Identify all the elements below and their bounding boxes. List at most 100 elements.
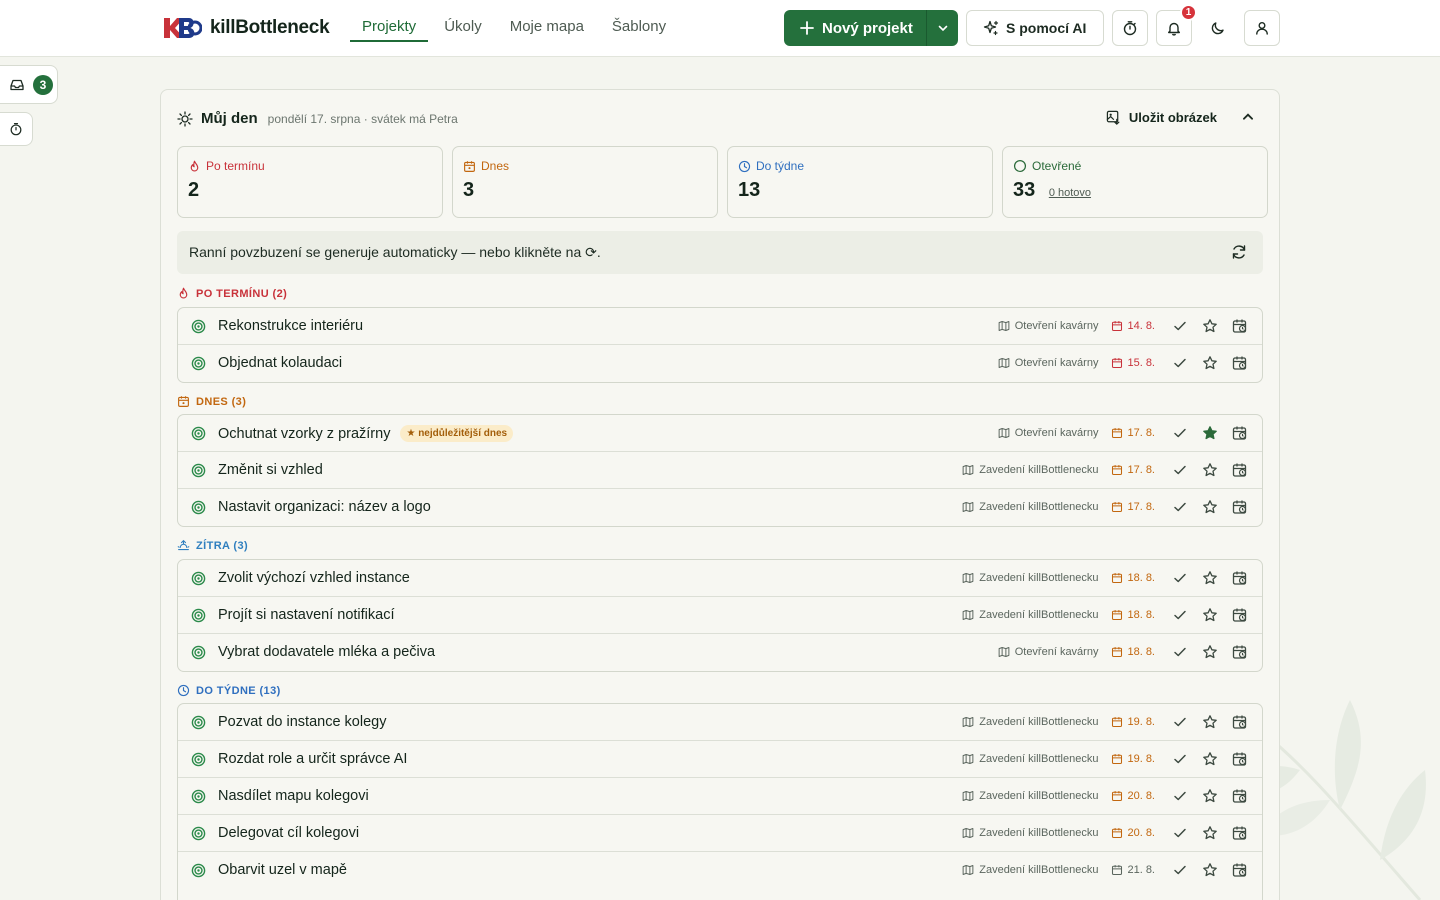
task-row[interactable]: Vybrat dodavatele mléka a pečiva Otevřen… (178, 634, 1262, 671)
task-row[interactable]: Ochutnat vzorky z pražírny ★ nejdůležitě… (178, 415, 1262, 452)
calendar-clock-icon[interactable] (1232, 751, 1248, 767)
task-project[interactable]: Otevření kavárny (1015, 320, 1099, 332)
task-project[interactable]: Zavedení killBottlenecku (979, 464, 1098, 476)
timer-side-tab[interactable] (0, 112, 33, 146)
check-icon[interactable] (1172, 644, 1188, 660)
check-icon[interactable] (1172, 355, 1188, 371)
calendar-clock-icon[interactable] (1232, 570, 1248, 586)
stat-today[interactable]: Dnes 3 (452, 146, 718, 218)
task-row[interactable]: Pozvat do instance kolegy Zavedení killB… (178, 704, 1262, 741)
task-project[interactable]: Zavedení killBottlenecku (979, 716, 1098, 728)
task-project[interactable]: Zavedení killBottlenecku (979, 827, 1098, 839)
star-icon[interactable] (1202, 862, 1218, 878)
check-icon[interactable] (1172, 425, 1188, 441)
check-icon[interactable] (1172, 570, 1188, 586)
stat-overdue[interactable]: Po termínu 2 (177, 146, 443, 218)
stat-week[interactable]: Do týdne 13 (727, 146, 993, 218)
timer-button[interactable] (1112, 10, 1148, 46)
star-icon[interactable] (1202, 607, 1218, 623)
star-icon[interactable] (1202, 644, 1218, 660)
save-image-button[interactable]: Uložit obrázek (1106, 110, 1217, 125)
user-menu-button[interactable] (1244, 10, 1280, 46)
task-row[interactable]: Delegovat cíl kolegovi Zavedení killBott… (178, 815, 1262, 852)
task-row[interactable]: Objednat kolaudaci Otevření kavárny 15. … (178, 345, 1262, 382)
calendar-clock-icon[interactable] (1232, 644, 1248, 660)
ai-assist-button[interactable]: S pomocí AI (966, 10, 1104, 46)
calendar-clock-icon[interactable] (1232, 355, 1248, 371)
check-icon[interactable] (1172, 751, 1188, 767)
star-icon[interactable] (1202, 788, 1218, 804)
task-title[interactable]: Delegovat cíl kolegovi (218, 825, 359, 841)
task-row[interactable]: Obarvit uzel v mapě Zavedení killBottlen… (178, 852, 1262, 889)
task-title[interactable]: Projít si nastavení notifikací (218, 607, 395, 623)
calendar-clock-icon[interactable] (1232, 462, 1248, 478)
stat-overdue-value: 2 (188, 179, 200, 201)
theme-toggle-button[interactable] (1200, 10, 1236, 46)
star-icon[interactable] (1202, 462, 1218, 478)
task-row[interactable]: Zvolit výchozí vzhled instance Zavedení … (178, 560, 1262, 597)
check-icon[interactable] (1172, 714, 1188, 730)
task-project[interactable]: Zavedení killBottlenecku (979, 790, 1098, 802)
task-title[interactable]: Nastavit organizaci: název a logo (218, 499, 431, 515)
task-project[interactable]: Zavedení killBottlenecku (979, 572, 1098, 584)
star-icon[interactable] (1202, 318, 1218, 334)
star-icon[interactable] (1202, 499, 1218, 515)
task-project[interactable]: Zavedení killBottlenecku (979, 753, 1098, 765)
refresh-motivation-button[interactable] (1231, 244, 1247, 263)
nav-sablony[interactable]: Šablony (600, 0, 678, 42)
star-icon[interactable] (1202, 751, 1218, 767)
task-project[interactable]: Otevření kavárny (1015, 427, 1099, 439)
task-project[interactable]: Otevření kavárny (1015, 357, 1099, 369)
inbox-tab[interactable]: 3 (0, 65, 58, 104)
nav-projekty[interactable]: Projekty (350, 0, 429, 42)
collapse-button[interactable] (1241, 110, 1255, 129)
star-icon[interactable] (1202, 714, 1218, 730)
calendar-clock-icon[interactable] (1232, 318, 1248, 334)
star-icon[interactable] (1202, 355, 1218, 371)
task-title[interactable]: Nasdílet mapu kolegovi (218, 788, 369, 804)
calendar-clock-icon[interactable] (1232, 825, 1248, 841)
task-title[interactable]: Pozvat do instance kolegy (218, 714, 386, 730)
calendar-clock-icon[interactable] (1232, 862, 1248, 878)
check-icon[interactable] (1172, 825, 1188, 841)
task-title[interactable]: Ochutnat vzorky z pražírny (218, 426, 390, 442)
calendar-clock-icon[interactable] (1232, 714, 1248, 730)
task-title[interactable]: Obarvit uzel v mapě (218, 862, 347, 878)
check-icon[interactable] (1172, 499, 1188, 515)
calendar-clock-icon[interactable] (1232, 788, 1248, 804)
calendar-clock-icon[interactable] (1232, 499, 1248, 515)
task-project[interactable]: Otevření kavárny (1015, 646, 1099, 658)
new-project-button[interactable]: Nový projekt (784, 20, 926, 37)
task-title[interactable]: Zvolit výchozí vzhled instance (218, 570, 410, 586)
nav-ukoly[interactable]: Úkoly (432, 0, 494, 42)
task-title[interactable]: Objednat kolaudaci (218, 355, 342, 371)
brand-logo[interactable]: killBottleneck (162, 15, 330, 41)
task-row[interactable]: Projít si nastavení notifikací Zavedení … (178, 597, 1262, 634)
check-icon[interactable] (1172, 788, 1188, 804)
task-title[interactable]: Změnit si vzhled (218, 462, 323, 478)
star-filled-icon[interactable] (1202, 425, 1218, 441)
task-title[interactable]: Rekonstrukce interiéru (218, 318, 363, 334)
calendar-clock-icon[interactable] (1232, 607, 1248, 623)
task-title[interactable]: Vybrat dodavatele mléka a pečiva (218, 644, 435, 660)
calendar-clock-icon[interactable] (1232, 425, 1248, 441)
check-icon[interactable] (1172, 462, 1188, 478)
task-project[interactable]: Zavedení killBottlenecku (979, 864, 1098, 876)
task-project[interactable]: Zavedení killBottlenecku (979, 609, 1098, 621)
task-row[interactable]: Rozdat role a určit správce AI Zavedení … (178, 741, 1262, 778)
check-icon[interactable] (1172, 318, 1188, 334)
task-row[interactable]: Rekonstrukce interiéru Otevření kavárny … (178, 308, 1262, 345)
new-project-dropdown-button[interactable] (926, 10, 958, 46)
stat-open[interactable]: Otevřené 33 0 hotovo (1002, 146, 1268, 218)
task-row[interactable]: Nasdílet mapu kolegovi Zavedení killBott… (178, 778, 1262, 815)
stat-open-done-link[interactable]: 0 hotovo (1049, 187, 1091, 199)
star-icon[interactable] (1202, 570, 1218, 586)
task-row[interactable]: Změnit si vzhled Zavedení killBottleneck… (178, 452, 1262, 489)
star-icon[interactable] (1202, 825, 1218, 841)
task-project[interactable]: Zavedení killBottlenecku (979, 501, 1098, 513)
task-title[interactable]: Rozdat role a určit správce AI (218, 751, 407, 767)
check-icon[interactable] (1172, 862, 1188, 878)
nav-moje-mapa[interactable]: Moje mapa (498, 0, 596, 42)
check-icon[interactable] (1172, 607, 1188, 623)
task-row[interactable]: Nastavit organizaci: název a logo Zavede… (178, 489, 1262, 526)
